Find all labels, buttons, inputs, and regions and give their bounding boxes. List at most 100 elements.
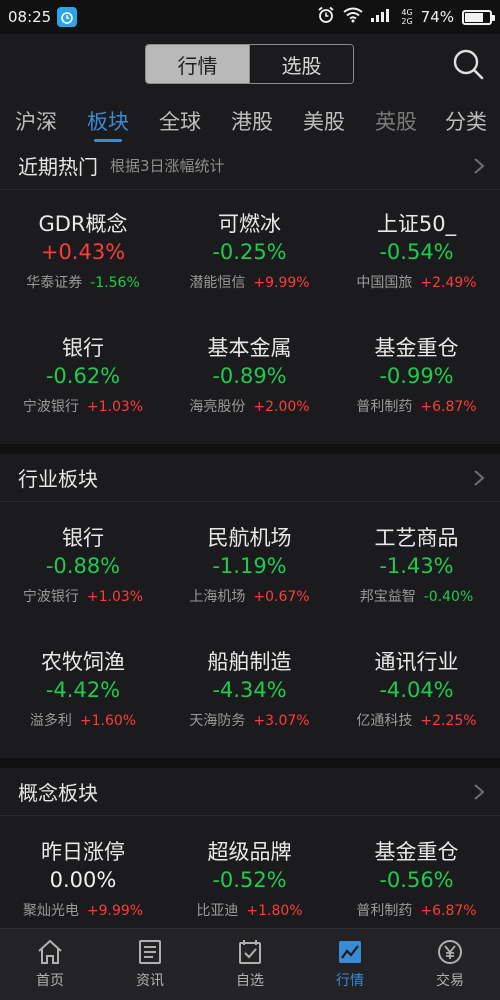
tab-hk[interactable]: 港股 (216, 96, 288, 148)
segment-stock-picker[interactable]: 选股 (249, 45, 353, 83)
sector-card[interactable]: 农牧饲渔 -4.42% 溢多利 +1.60% (0, 632, 166, 756)
sector-name: 上证50_ (376, 212, 457, 236)
sector-change: -1.19% (212, 554, 287, 578)
sector-card[interactable]: 可燃冰 -0.25% 潜能恒信 +9.99% (166, 194, 333, 318)
leading-stock: 普利制药 +6.87% (333, 900, 500, 920)
leading-stock-name: 海亮股份 (189, 399, 246, 415)
leading-stock-name: 溢多利 (29, 713, 72, 729)
home-icon (38, 939, 62, 964)
leading-stock-name: 天海防务 (189, 713, 246, 729)
cell-signal-icon (371, 8, 393, 26)
sector-card[interactable]: 通讯行业 -4.04% 亿通科技 +2.25% (333, 632, 500, 756)
leading-stock-name: 邦宝益智 (359, 589, 416, 605)
leading-stock: 比亚迪 +1.80% (166, 900, 333, 920)
sector-card[interactable]: 基金重仓 -0.99% 普利制药 +6.87% (333, 318, 500, 442)
sector-change: -0.89% (212, 364, 287, 388)
nav-label: 自选 (236, 973, 264, 989)
nav-label: 行情 (336, 973, 364, 989)
leading-stock: 邦宝益智 -0.40% (333, 586, 500, 606)
segment-control: 行情 选股 (145, 44, 354, 84)
leading-stock-name: 宁波银行 (22, 589, 79, 605)
battery-icon (462, 9, 495, 25)
nav-label: 资讯 (136, 973, 164, 989)
leading-stock-name: 聚灿光电 (22, 903, 79, 919)
nav-watchlist[interactable]: 自选 (200, 929, 300, 1000)
sector-name: 民航机场 (207, 526, 292, 550)
sector-grid-industry: 银行 -0.88% 宁波银行 +1.03% 民航机场 -1.19% 上海机场 +0.67% … (0, 508, 500, 756)
sector-name: 银行 (62, 336, 104, 360)
sector-card[interactable]: 船舶制造 -4.34% 天海防务 +3.07% (166, 632, 333, 756)
leading-stock-change: +9.99% (86, 903, 144, 919)
sector-card[interactable]: 银行 -0.88% 宁波银行 +1.03% (0, 508, 166, 632)
nav-label: 交易 (436, 973, 464, 989)
leading-stock-change: +1.60% (79, 713, 137, 729)
section-header-industry[interactable]: 行业板块 (0, 454, 500, 502)
sector-card[interactable]: 银行 -0.62% 宁波银行 +1.03% (0, 318, 166, 442)
sector-change: -0.88% (45, 554, 121, 578)
sector-change: -0.62% (45, 364, 121, 388)
sector-name: 船舶制造 (207, 650, 292, 674)
section-title: 近期热门 (18, 155, 98, 179)
tab-hushen[interactable]: 沪深 (0, 96, 72, 148)
section-title: 行业板块 (18, 467, 98, 491)
section-header-concept[interactable]: 概念板块 (0, 768, 500, 816)
sector-name: 农牧饲渔 (41, 650, 125, 674)
sector-name: 超级品牌 (207, 840, 292, 864)
leading-stock-change: +0.67% (253, 589, 310, 605)
leading-stock: 上海机场 +0.67% (166, 586, 333, 606)
search-button[interactable] (450, 46, 486, 82)
network-4g: 4G (401, 8, 413, 17)
chevron-right-icon (474, 784, 485, 800)
sector-card[interactable]: 民航机场 -1.19% 上海机场 +0.67% (166, 508, 333, 632)
leading-stock-name: 华泰证券 (26, 275, 83, 291)
leading-stock-change: +3.07% (253, 713, 310, 729)
nav-market[interactable]: 行情 (300, 929, 400, 1000)
sector-name: 银行 (62, 526, 104, 550)
sector-change: -0.52% (212, 868, 287, 892)
sector-card[interactable]: 基本金属 -0.89% 海亮股份 +2.00% (166, 318, 333, 442)
leading-stock: 聚灿光电 +9.99% (0, 900, 166, 920)
leading-stock-change: +6.87% (420, 399, 477, 415)
search-icon (453, 49, 484, 80)
leading-stock: 中国国旅 +2.49% (333, 272, 500, 292)
sector-card[interactable]: GDR概念 +0.43% 华泰证券 -1.56% (0, 194, 166, 318)
leading-stock: 华泰证券 -1.56% (0, 272, 166, 292)
leading-stock: 亿通科技 +2.25% (333, 710, 500, 730)
chevron-right-icon (474, 158, 485, 174)
leading-stock-change: +2.00% (253, 399, 310, 415)
sector-name: 工艺商品 (374, 526, 459, 550)
leading-stock-name: 亿通科技 (356, 713, 413, 729)
sector-card[interactable]: 工艺商品 -1.43% 邦宝益智 -0.40% (333, 508, 500, 632)
tab-category[interactable]: 分类 (432, 96, 500, 148)
nav-home[interactable]: 首页 (0, 929, 100, 1000)
sector-change: -0.54% (379, 240, 454, 264)
tab-us[interactable]: 美股 (288, 96, 360, 148)
sector-change: +0.43% (40, 240, 126, 264)
sector-name: 可燃冰 (218, 212, 281, 236)
leading-stock-name: 上海机场 (189, 589, 246, 605)
battery-percent: 74% (420, 8, 454, 26)
leading-stock: 天海防务 +3.07% (166, 710, 333, 730)
leading-stock: 溢多利 +1.60% (0, 710, 166, 730)
segment-market[interactable]: 行情 (146, 45, 249, 83)
sector-name: 基金重仓 (374, 840, 459, 864)
sector-change: -0.99% (379, 364, 454, 388)
market-chart-icon (339, 941, 361, 963)
tab-uk[interactable]: 英股 (360, 96, 432, 148)
watchlist-icon (239, 940, 261, 964)
tab-global[interactable]: 全球 (144, 96, 216, 148)
sector-name: 基本金属 (207, 336, 292, 360)
sector-card[interactable]: 上证50_ -0.54% 中国国旅 +2.49% (333, 194, 500, 318)
nav-news[interactable]: 资讯 (100, 929, 200, 1000)
tab-sectors[interactable]: 板块 (72, 96, 144, 148)
header: 行情 选股 (0, 34, 500, 96)
section-subtitle: 根据3日涨幅统计 (110, 157, 225, 175)
leading-stock-change: +2.49% (420, 275, 477, 291)
market-tabs: 沪深 板块 全球 港股 美股 英股 分类 (0, 96, 500, 148)
leading-stock-change: -1.56% (90, 275, 140, 291)
nav-trade[interactable]: 交易 (400, 929, 500, 1000)
section-header-hot[interactable]: 近期热门 根据3日涨幅统计 (0, 142, 500, 190)
leading-stock: 宁波银行 +1.03% (0, 396, 166, 416)
section-title: 概念板块 (18, 781, 98, 805)
sector-change: -0.56% (379, 868, 454, 892)
